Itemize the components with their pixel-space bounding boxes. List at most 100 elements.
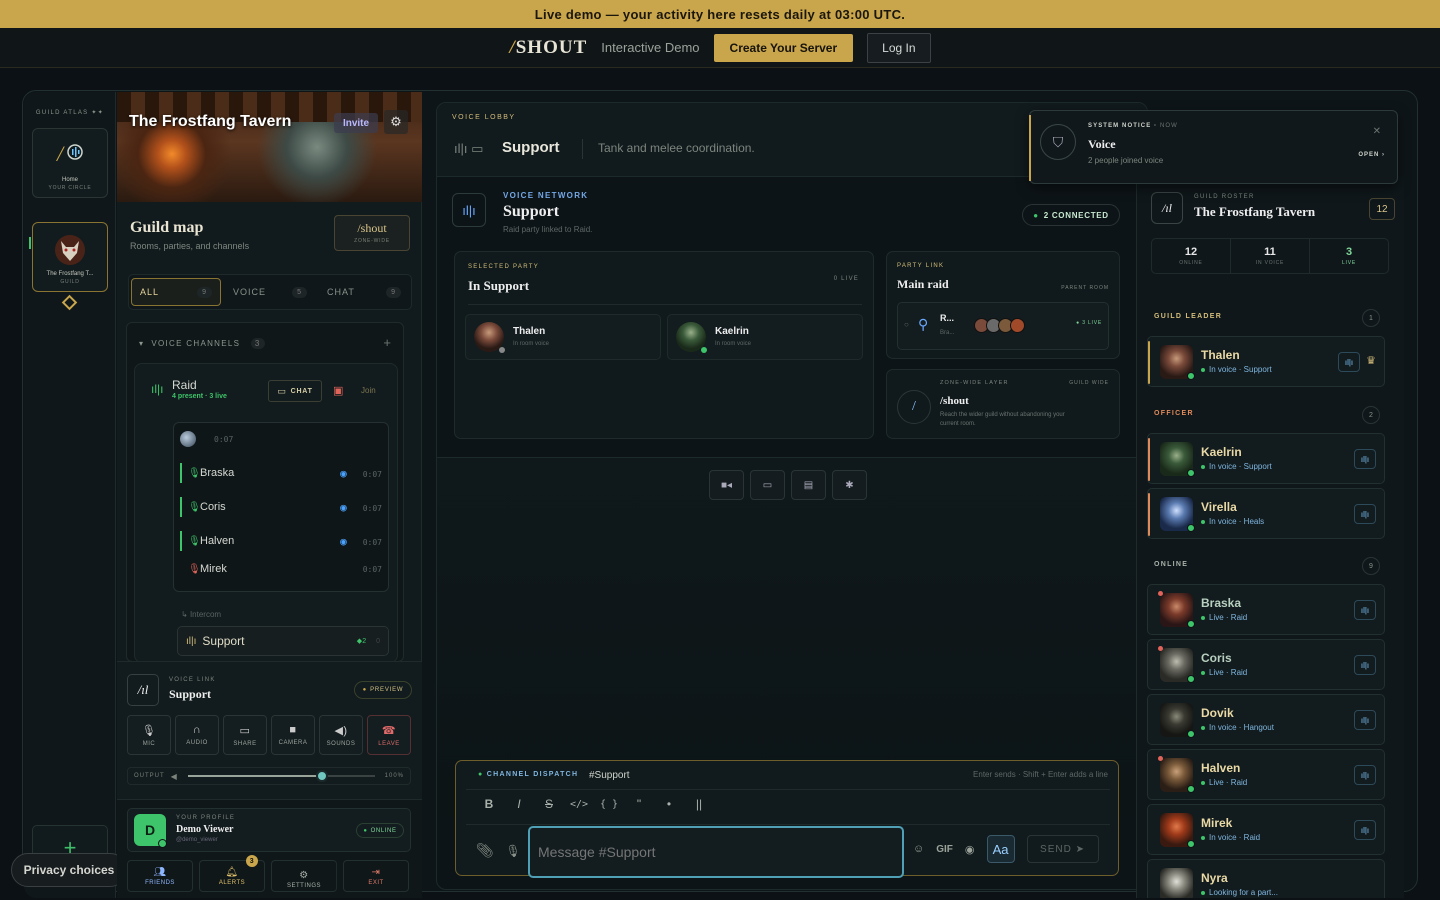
roster-guild-name: The Frostfang Tavern <box>1194 204 1316 219</box>
lobby-channel-name: Support <box>502 139 560 156</box>
dispatch-hint: Enter sends · Shift + Enter adds a line <box>973 770 1108 779</box>
demo-subtitle: Interactive Demo <box>601 40 700 55</box>
roster-card-thalen[interactable]: Thalen In voice · Support ıl|ı ♛ <box>1147 336 1385 387</box>
audio-button[interactable]: ∩ AUDIO <box>175 715 219 755</box>
home-button[interactable]: / Home YOUR CIRCLE <box>32 128 108 198</box>
toast-open-button[interactable]: OPEN › <box>1358 152 1385 158</box>
share-button[interactable]: ▭ SHARE <box>223 715 267 755</box>
zone-wide-card[interactable]: / ZONE-WIDE LAYER GUILD WIDE /shout Reac… <box>886 369 1120 439</box>
friends-button[interactable]: 👥︎ FRIENDS <box>127 860 193 892</box>
guild-button-frostfang[interactable]: The Frostfang T... GUILD <box>32 222 108 292</box>
raid-channel[interactable]: ıl|ı Raid 4 present · 3 live ▭ CHAT ▣ Joi… <box>134 363 398 661</box>
logo-text: SHOUT <box>515 36 588 58</box>
exit-button[interactable]: ⇥ EXIT <box>343 860 409 892</box>
settings-button[interactable]: ⚙ SETTINGS <box>271 860 337 892</box>
roster-card-nyra[interactable]: Nyra Looking for a part... <box>1147 859 1385 898</box>
text-format-toggle[interactable]: Aa <box>986 835 1015 863</box>
camera-button[interactable]: ■ CAMERA <box>271 715 315 755</box>
member-row-coris[interactable]: 🎙︎ Coris ◉ 0:07 <box>180 495 382 519</box>
alerts-button[interactable]: 🔔︎ ALERTS 3 <box>199 855 265 892</box>
paperclip-icon[interactable]: 📎︎ <box>476 842 494 858</box>
message-input[interactable] <box>528 826 904 878</box>
shout-logo[interactable]: /SHOUT <box>509 37 587 59</box>
filter-chat[interactable]: CHAT 9 <box>319 278 409 306</box>
gif-button[interactable]: GIF <box>936 844 953 855</box>
preview-eye-icon[interactable]: ◉ <box>965 843 975 856</box>
invite-button[interactable]: Invite <box>334 113 378 133</box>
mic-icon[interactable]: 🎙︎ <box>505 844 520 858</box>
sounds-button[interactable]: ◀) SOUNDS <box>319 715 363 755</box>
person-link-icon: ⚲ <box>918 316 929 332</box>
login-button[interactable]: Log In <box>867 32 931 63</box>
screen-share-live-icon[interactable]: ▣ <box>333 384 343 397</box>
voice-wave-icon: ıl|ı <box>151 382 164 396</box>
voice-wave-icon[interactable]: ıl|ı <box>1354 765 1376 785</box>
spoiler-button[interactable]: || <box>684 797 714 811</box>
add-channel-icon[interactable]: + <box>383 335 391 350</box>
parent-room-row[interactable]: ○ ⚲ R... Bra... ● 3 LIVE <box>897 302 1109 350</box>
emoji-icon[interactable]: ☺ <box>913 843 924 855</box>
captions-icon[interactable]: ▤ <box>791 470 826 500</box>
voice-wave-icon[interactable]: ıl|ı <box>1354 655 1376 675</box>
mic-button[interactable]: 🎙︎ MIC <box>127 715 171 755</box>
slider-knob[interactable] <box>316 770 329 782</box>
voice-wave-icon[interactable]: ıl|ı <box>1354 504 1376 524</box>
gear-icon[interactable]: ⚙ <box>384 110 408 134</box>
code-block-button[interactable]: { } <box>594 799 624 810</box>
create-server-button[interactable]: Create Your Server <box>713 33 854 62</box>
screen-share-icon[interactable]: ▭ <box>750 470 785 500</box>
filter-voice[interactable]: VOICE 5 <box>225 278 315 306</box>
dispatch-channel: #Support <box>589 770 630 781</box>
roster-card-virella[interactable]: Virella In voice · Heals ıl|ı <box>1147 488 1385 539</box>
strikethrough-button[interactable]: S <box>534 797 564 811</box>
voice-wave-icon[interactable]: ıl|ı <box>1354 710 1376 730</box>
leave-button[interactable]: ☎ LEAVE <box>367 715 411 755</box>
member-row-mirek[interactable]: 🎙︎ Mirek 0:07 <box>180 557 382 581</box>
output-slider[interactable] <box>187 770 375 782</box>
roster-card-mirek[interactable]: Mirek In voice · Raid ıl|ı <box>1147 804 1385 855</box>
bold-button[interactable]: B <box>474 797 504 811</box>
party-member-kaelrin[interactable]: Kaelrin In room voice <box>667 314 863 360</box>
support-count: ◆2 <box>356 638 367 645</box>
shout-zone-button[interactable]: /shout ZONE-WIDE <box>334 215 410 251</box>
raid-chat-button[interactable]: ▭ CHAT <box>268 380 322 402</box>
voice-wave-icon[interactable]: ıl|ı <box>1338 352 1360 372</box>
quote-button[interactable]: " <box>624 797 654 811</box>
avatar <box>180 431 196 447</box>
preview-badge[interactable]: ● PREVIEW <box>354 681 412 699</box>
stat-online: 12 ONLINE <box>1152 239 1231 273</box>
voice-wave-icon[interactable]: ıl|ı <box>1354 449 1376 469</box>
roster-card-halven[interactable]: Halven Live · Raid ıl|ı <box>1147 749 1385 800</box>
roster-card-braska[interactable]: Braska Live · Raid ıl|ı <box>1147 584 1385 635</box>
bullet-list-button[interactable]: • <box>654 797 684 811</box>
bug-icon[interactable]: ✱ <box>832 470 867 500</box>
voice-channels-header[interactable]: ▾ VOICE CHANNELS 3 <box>139 338 265 349</box>
privacy-choices-button[interactable]: Privacy choices <box>11 853 127 887</box>
send-button[interactable]: SEND ➤ <box>1026 835 1099 863</box>
home-label: Home <box>61 176 78 183</box>
guild-roster: /ıl GUILD ROSTER The Frostfang Tavern 12… <box>1136 176 1404 898</box>
support-subchannel[interactable]: ıl|ı Support ◆2 0 <box>177 626 389 656</box>
profile-card[interactable]: D YOUR PROFILE Demo Viewer @demo_viewer … <box>127 808 411 852</box>
code-button[interactable]: </> <box>564 799 594 810</box>
voice-lobby: VOICE LOBBY ıl|ı ▭ Support Tank and mele… <box>436 102 1148 890</box>
close-icon[interactable]: ✕ <box>1373 126 1381 137</box>
member-row-braska[interactable]: 🎙︎ Braska ◉ 0:07 <box>180 461 382 485</box>
status-badge[interactable]: ● ONLINE <box>356 823 404 838</box>
camera-icon[interactable]: ■◂ <box>709 470 744 500</box>
voice-network-label: VOICE NETWORK <box>503 191 589 200</box>
italic-button[interactable]: I <box>504 797 534 811</box>
voice-wave-icon[interactable]: ıl|ı <box>1354 820 1376 840</box>
party-member-thalen[interactable]: Thalen In room voice <box>465 314 661 360</box>
voice-wave-icon[interactable]: ıl|ı <box>1354 600 1376 620</box>
roster-card-coris[interactable]: Coris Live · Raid ıl|ı <box>1147 639 1385 690</box>
attach-icons: 📎︎ 🎙︎ <box>476 842 521 859</box>
system-notice-toast[interactable]: ⛉ SYSTEM NOTICE · NOW Voice 2 people joi… <box>1029 110 1398 184</box>
roster-card-dovik[interactable]: Dovik In voice · Hangout ıl|ı <box>1147 694 1385 745</box>
alerts-badge: 3 <box>246 855 258 867</box>
roster-card-kaelrin[interactable]: Kaelrin In voice · Support ıl|ı <box>1147 433 1385 484</box>
member-row-halven[interactable]: 🎙︎ Halven ◉ 0:07 <box>180 529 382 553</box>
raid-join-button[interactable]: Join <box>361 386 376 395</box>
filter-all[interactable]: ALL 9 <box>131 278 221 306</box>
member-row[interactable]: 0:07 <box>180 427 382 451</box>
